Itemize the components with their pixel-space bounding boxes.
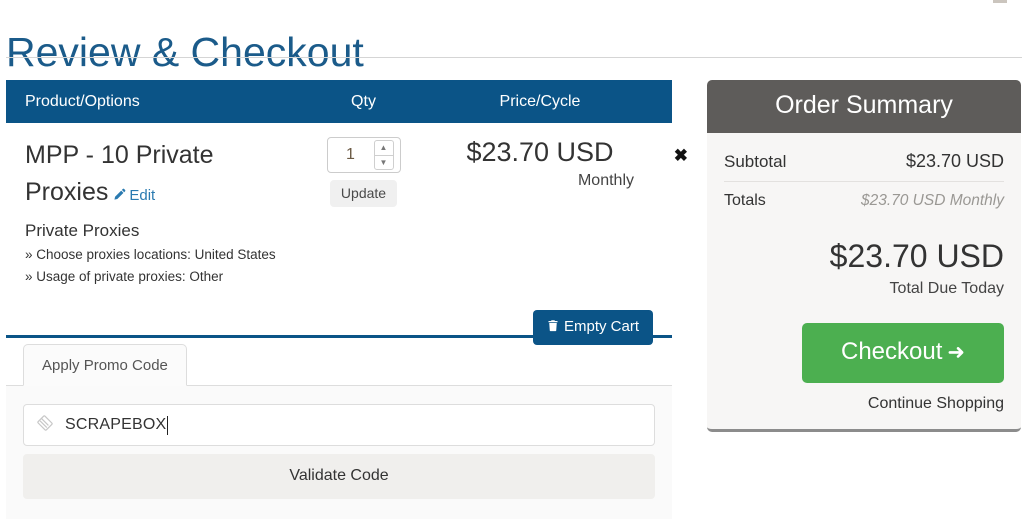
order-summary-panel: Order Summary Subtotal $23.70 USD Totals… (707, 80, 1021, 432)
column-header-product: Product/Options (25, 92, 140, 110)
product-price: $23.70 USD (466, 137, 614, 167)
page-top-fragment (993, 0, 1007, 3)
checkout-button[interactable]: Checkout ➜ (802, 323, 1004, 383)
product-billing-cycle: Monthly (577, 172, 634, 189)
summary-row-subtotal: Subtotal $23.70 USD (724, 147, 1004, 182)
column-header-qty: Qty (351, 92, 376, 110)
title-divider (6, 57, 1022, 58)
summary-value-subtotal: $23.70 USD (905, 151, 1004, 171)
quantity-input[interactable] (327, 145, 374, 165)
product-option-1: » Usage of private proxies: Other (25, 269, 224, 284)
quantity-spinner[interactable]: ▲ ▼ (373, 140, 394, 170)
promo-panel-body: SCRAPEBOX Validate Code (6, 386, 672, 519)
cart-row: MPP - 10 Private Proxies Edit Private Pro… (6, 123, 688, 288)
cart-row-price-cell: $23.70 USD Monthly ✖ (436, 137, 688, 288)
spinner-down-icon[interactable]: ▼ (373, 154, 394, 170)
product-option-0: » Choose proxies locations: United State… (25, 247, 276, 262)
cart-table: Product/Options Qty Price/Cycle MPP - 10… (6, 80, 688, 338)
update-quantity-button[interactable]: Update (329, 180, 398, 207)
cart-row-qty-cell: ▲ ▼ Update (291, 137, 436, 288)
remove-item-icon[interactable]: ✖ (674, 147, 688, 164)
cart-table-header: Product/Options Qty Price/Cycle (6, 80, 672, 123)
spinner-up-icon[interactable]: ▲ (373, 140, 394, 155)
grand-total-caption: Total Due Today (889, 280, 1004, 297)
column-header-price: Price/Cycle (499, 92, 581, 110)
grand-total: $23.70 USD (829, 238, 1004, 274)
trash-icon (547, 319, 559, 336)
edit-product-link[interactable]: Edit (112, 187, 155, 204)
quantity-stepper[interactable]: ▲ ▼ (326, 137, 401, 173)
promo-code-panel: Apply Promo Code SCRAPEBOX Validate Code (6, 341, 672, 519)
text-cursor (167, 415, 169, 435)
promo-code-value: SCRAPEBOX (65, 416, 167, 433)
arrow-right-icon: ➜ (947, 341, 965, 364)
summary-label-subtotal: Subtotal (724, 152, 787, 171)
checkout-page: Review & Checkout Product/Options Qty Pr… (0, 0, 1028, 524)
summary-label-totals: Totals (724, 192, 766, 209)
product-name-wrap: MPP - 10 Private Proxies Edit (25, 137, 291, 216)
order-summary-heading: Order Summary (707, 80, 1021, 133)
ticket-icon (36, 414, 54, 437)
promo-tabs: Apply Promo Code (6, 341, 672, 386)
pencil-icon (112, 179, 126, 216)
cart-row-product-cell: MPP - 10 Private Proxies Edit Private Pro… (6, 137, 291, 288)
order-summary-body: Subtotal $23.70 USD Totals $23.70 USD Mo… (707, 133, 1021, 429)
validate-code-button[interactable]: Validate Code (23, 454, 655, 499)
product-group: Private Proxies (25, 221, 140, 240)
promo-code-input[interactable]: SCRAPEBOX (23, 404, 655, 446)
tab-apply-promo-code[interactable]: Apply Promo Code (23, 344, 187, 386)
cart-table-body: MPP - 10 Private Proxies Edit Private Pro… (6, 123, 688, 338)
empty-cart-label: Empty Cart (564, 318, 640, 335)
continue-shopping-link[interactable]: Continue Shopping (724, 395, 1004, 413)
empty-cart-button[interactable]: Empty Cart (533, 310, 654, 345)
page-title: Review & Checkout (6, 29, 364, 76)
summary-row-totals: Totals $23.70 USD Monthly (724, 182, 1004, 219)
checkout-button-label: Checkout (841, 338, 943, 365)
edit-link-label: Edit (129, 187, 156, 204)
summary-value-totals: $23.70 USD Monthly (860, 192, 1004, 209)
